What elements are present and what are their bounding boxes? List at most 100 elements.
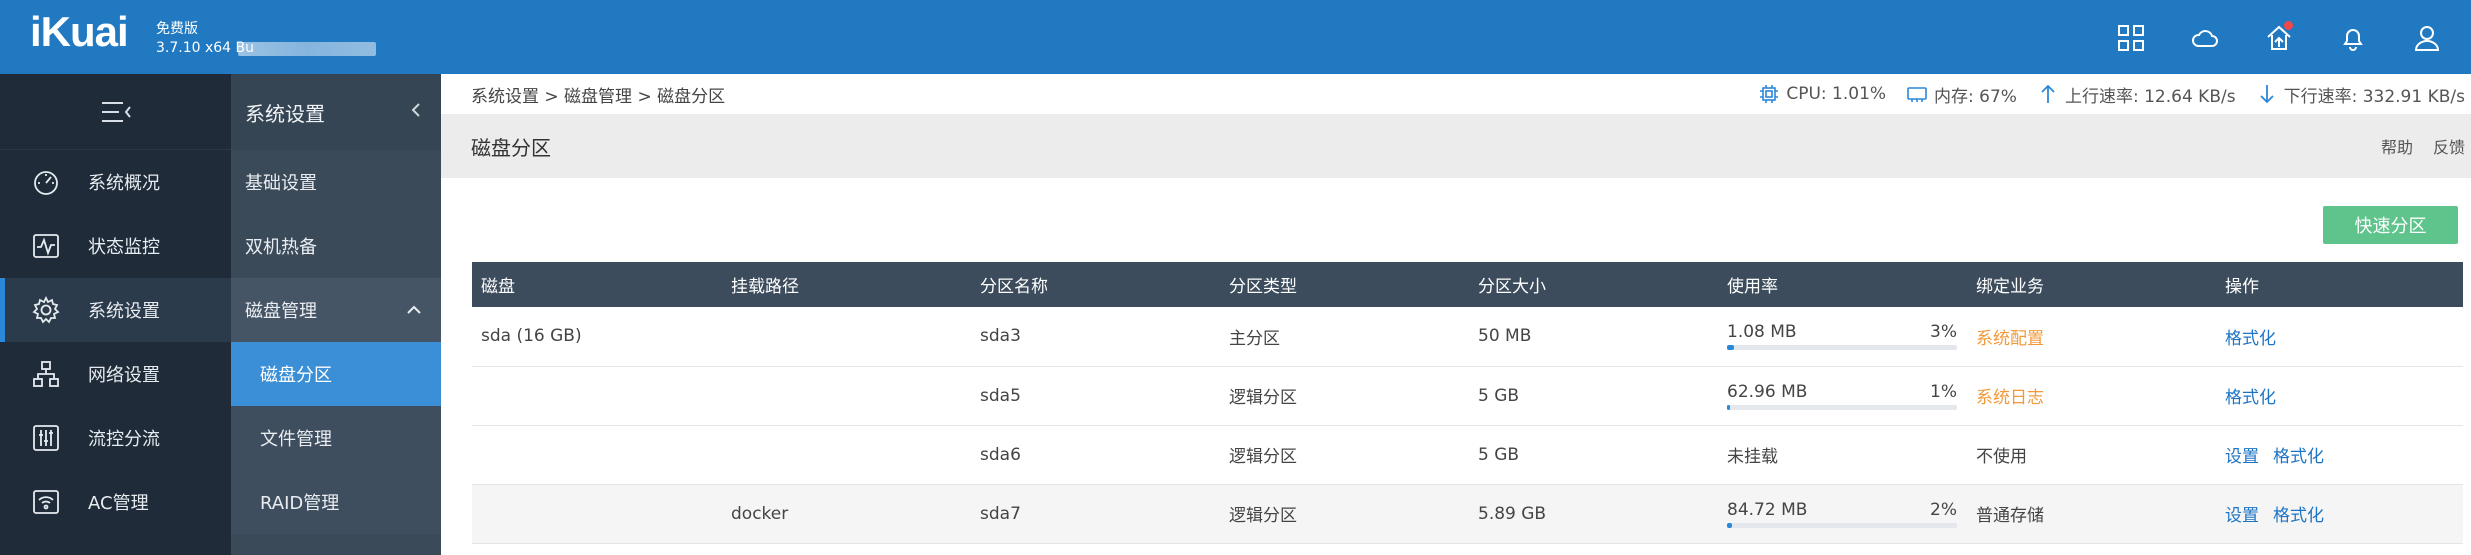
nav-item-label: 网络设置 (88, 365, 160, 386)
usage-percent: 2% (1930, 499, 1957, 520)
help-link[interactable]: 帮助 (2381, 134, 2413, 158)
subnav-header: 系统设置 (231, 74, 441, 150)
subnav-item-hot-standby[interactable]: 双机热备 (231, 214, 441, 278)
usage-percent: 1% (1930, 381, 1957, 402)
logo[interactable]: iKuai (30, 8, 129, 56)
nav-item-network[interactable]: 网络设置 (0, 342, 231, 406)
service-cell: 普通存储 (1976, 506, 2044, 526)
menu-collapse-toggle[interactable] (0, 74, 231, 150)
subnav-item-file-management[interactable]: 文件管理 (231, 406, 441, 470)
nav-item-label: AC管理 (88, 493, 149, 514)
memory-icon (1907, 87, 1927, 102)
nav-item-label: 系统概况 (88, 173, 160, 194)
download-rate-stat: 下行速率: 332.91 KB/s (2256, 82, 2465, 107)
format-link[interactable]: 格式化 (2225, 329, 2276, 349)
partition-name-cell: sda5 (980, 385, 1021, 406)
column-header: 分区类型 (1229, 277, 1297, 297)
arrow-down-icon (2259, 85, 2274, 104)
nav-item-overview[interactable]: 系统概况 (0, 150, 231, 214)
breadcrumb: 系统设置 > 磁盘管理 > 磁盘分区 (471, 86, 726, 107)
bell-icon[interactable] (2333, 18, 2373, 58)
service-cell[interactable]: 系统配置 (1967, 307, 2216, 366)
menu-collapse-icon (101, 101, 131, 122)
service-cell: 不使用 (1976, 447, 2027, 467)
home-upgrade-icon[interactable] (2259, 18, 2299, 58)
edition-label: 免费版 (156, 21, 198, 37)
gear-icon (30, 294, 62, 326)
partition-type-cell: 主分区 (1229, 328, 1280, 349)
feedback-link[interactable]: 反馈 (2433, 134, 2465, 158)
operations-cell: 设置 格式化 (2216, 484, 2463, 543)
usage-cell: 84.72 MB 2% (1718, 484, 1967, 543)
column-header: 使用率 (1727, 277, 1778, 297)
disk-cell (472, 366, 722, 425)
disk-cell (472, 484, 722, 543)
title-links: 帮助 反馈 (2381, 134, 2465, 158)
partition-type-cell: 逻辑分区 (1229, 388, 1297, 408)
left-nav: 系统概况 状态监控 系统设置 网络设置 流控分流 AC管理 (0, 74, 231, 555)
usage-used: 84.72 MB (1727, 499, 1808, 520)
nav-item-system-settings[interactable]: 系统设置 (0, 278, 231, 342)
usage-fill (1727, 522, 1732, 528)
quick-partition-button[interactable]: 快速分区 (2323, 206, 2458, 244)
chevron-left-icon[interactable] (409, 100, 423, 124)
table-header-row: 磁盘 挂载路径 分区名称 分区类型 分区大小 使用率 绑定业务 操作 (472, 262, 2463, 307)
nav-item-label: 流控分流 (88, 429, 160, 450)
usage-bar (1727, 404, 1957, 410)
subnav-item-disk-management[interactable]: 磁盘管理 (231, 278, 441, 342)
partition-size-cell: 5.89 GB (1478, 503, 1547, 524)
column-header: 绑定业务 (1976, 277, 2044, 297)
page-title: 磁盘分区 (471, 135, 551, 160)
mount-cell (722, 307, 971, 366)
table-row: sda (16 GB) sda3 主分区 50 MB 1.08 MB 3% 系统… (472, 307, 2463, 366)
column-header: 磁盘 (481, 277, 515, 297)
partition-size-cell: 5 GB (1478, 444, 1520, 465)
format-link[interactable]: 格式化 (2273, 506, 2324, 526)
operations-cell: 设置 格式化 (2216, 425, 2463, 484)
operations-cell: 格式化 (2216, 366, 2463, 425)
redacted-version-region (238, 42, 376, 56)
mount-cell (722, 366, 971, 425)
subnav-item-basic-settings[interactable]: 基础设置 (231, 150, 441, 214)
notification-dot (2284, 21, 2293, 30)
sub-nav: 系统设置 基础设置 双机热备 磁盘管理 磁盘分区 文件管理 RAID管理 (231, 74, 441, 555)
usage-bar (1727, 522, 1957, 528)
apps-grid-icon[interactable] (2111, 18, 2151, 58)
system-stats: CPU: 1.01% 内存: 67% 上行速率: 12.64 KB/s 下行速率… (1758, 82, 2471, 107)
cloud-icon[interactable] (2185, 18, 2225, 58)
wifi-ap-icon (30, 486, 62, 518)
upload-rate-stat: 上行速率: 12.64 KB/s (2037, 82, 2236, 107)
sliders-icon (30, 422, 62, 454)
column-header: 操作 (2225, 277, 2259, 297)
status-bar: 系统设置 > 磁盘管理 > 磁盘分区 CPU: 1.01% 内存: 67% 上行… (441, 74, 2471, 114)
usage-bar (1727, 345, 1957, 351)
format-link[interactable]: 格式化 (2273, 447, 2324, 467)
disk-cell (472, 425, 722, 484)
settings-link[interactable]: 设置 (2225, 506, 2259, 526)
usage-cell: 1.08 MB 3% (1718, 307, 1967, 366)
partition-table: 磁盘 挂载路径 分区名称 分区类型 分区大小 使用率 绑定业务 操作 sda (… (472, 262, 2463, 544)
toolbar: 快速分区 (441, 178, 2471, 252)
top-bar: iKuai 免费版 3.7.10 x64 Bu (0, 0, 2471, 74)
nav-item-ac-management[interactable]: AC管理 (0, 470, 231, 534)
format-link[interactable]: 格式化 (2225, 388, 2276, 408)
nav-item-monitor[interactable]: 状态监控 (0, 214, 231, 278)
user-icon[interactable] (2407, 18, 2447, 58)
subnav-item-raid-management[interactable]: RAID管理 (231, 470, 441, 534)
subnav-item-disk-partition[interactable]: 磁盘分区 (231, 342, 441, 406)
network-icon (30, 358, 62, 390)
main-content: 系统设置 > 磁盘管理 > 磁盘分区 CPU: 1.01% 内存: 67% 上行… (441, 74, 2471, 555)
monitor-pulse-icon (30, 230, 62, 262)
memory-stat: 内存: 67% (1906, 82, 2017, 107)
partition-name-cell: sda7 (980, 503, 1021, 524)
page-title-bar: 磁盘分区 帮助 反馈 (441, 114, 2471, 178)
nav-item-flow-control[interactable]: 流控分流 (0, 406, 231, 470)
usage-fill (1727, 404, 1731, 410)
gauge-icon (30, 166, 62, 198)
partition-size-cell: 50 MB (1478, 326, 1532, 347)
usage-used: 1.08 MB (1727, 322, 1797, 343)
usage-used: 62.96 MB (1727, 381, 1808, 402)
service-cell[interactable]: 系统日志 (1967, 366, 2216, 425)
settings-link[interactable]: 设置 (2225, 447, 2259, 467)
column-header: 挂载路径 (731, 277, 799, 297)
